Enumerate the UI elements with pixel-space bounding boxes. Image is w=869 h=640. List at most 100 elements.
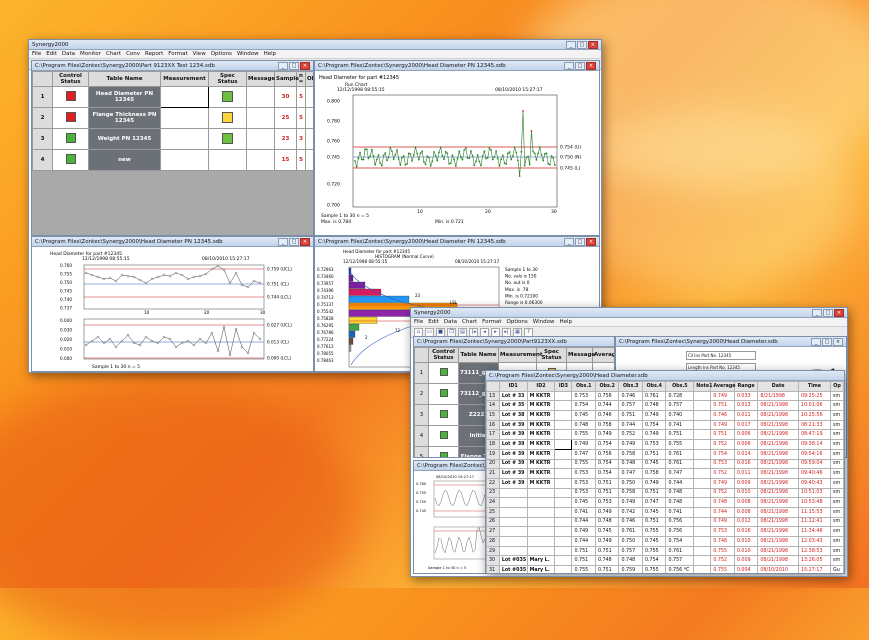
grid-cell[interactable]: 0.756 <box>665 516 695 528</box>
grid-cell[interactable]: M KKTR <box>526 477 556 489</box>
grid-cell[interactable] <box>554 497 573 508</box>
grid-row[interactable]: 30 Lot #035 Mary L. 0.751 0.748 0.748 0.754 0.7… <box>486 555 844 567</box>
grid-cell[interactable]: 0.751 <box>641 448 667 460</box>
grid-cell[interactable]: 0.746 <box>618 390 643 402</box>
grid-cell[interactable]: M KKTR <box>526 410 556 421</box>
grid-cell[interactable] <box>693 526 712 537</box>
grid-cell[interactable]: Lot # 39 <box>498 448 528 460</box>
grid-cell[interactable]: 0.006 <box>733 429 759 441</box>
grid-cell[interactable]: 0.009 <box>733 477 759 489</box>
grid-cell[interactable] <box>693 555 712 567</box>
grid-cell[interactable]: 0.758 <box>594 419 620 431</box>
grid-cell[interactable]: M KKTR <box>526 390 556 402</box>
grid-cell[interactable]: Lot # 39 <box>498 439 528 450</box>
grid-cell[interactable] <box>526 536 556 547</box>
grid-cell[interactable]: Lot # 39 <box>498 419 528 431</box>
grid-cell[interactable] <box>554 536 573 547</box>
grid-cell[interactable]: 18 <box>486 439 500 450</box>
grid-cell[interactable]: 0.749 <box>710 419 735 431</box>
menu-window[interactable]: Window <box>533 319 555 325</box>
minimize-button[interactable]: _ <box>812 308 822 317</box>
grid-cell[interactable]: 0.749 <box>571 439 596 450</box>
grid-cell[interactable]: 0.748 <box>665 497 695 508</box>
control-status-cell[interactable] <box>428 425 459 447</box>
maximize-button[interactable]: □ <box>575 237 585 246</box>
grid-cell[interactable]: 20 <box>486 458 500 470</box>
grid-cell[interactable]: sm <box>830 487 844 499</box>
grid-cell[interactable]: Lot #035 <box>498 555 528 567</box>
grid-cell[interactable]: 16 <box>486 419 500 431</box>
menu-options[interactable]: Options <box>211 51 232 57</box>
close-button[interactable]: × <box>833 337 843 346</box>
grid-cell[interactable] <box>693 429 712 441</box>
grid-cell[interactable]: Gu <box>830 565 844 573</box>
sheet-row[interactable]: 3 Weight PN 12345 23 3 <box>32 128 313 150</box>
grid-cell[interactable] <box>554 487 573 499</box>
grid-cell[interactable]: 0.752 <box>710 555 735 567</box>
menu-format[interactable]: Format <box>482 319 501 325</box>
grid-cell[interactable]: M KKTR <box>526 439 556 450</box>
menu-monitor[interactable]: Monitor <box>80 51 101 57</box>
grid-cell[interactable]: 0.008 <box>733 506 759 518</box>
grid-cell[interactable]: Lot # 39 <box>498 477 528 489</box>
grid-cell[interactable]: 08:47:19 <box>797 429 832 441</box>
grid-cell[interactable] <box>554 419 573 431</box>
grid-row[interactable]: 19 Lot # 39 M KKTR 0.747 0.756 0.758 0.751 0.76… <box>486 448 844 460</box>
grid-cell[interactable]: sm <box>830 410 844 421</box>
grid-cell[interactable]: 0.745 <box>594 526 620 537</box>
grid-cell[interactable]: Lot # 38 <box>498 410 528 421</box>
grid-cell[interactable] <box>498 506 528 518</box>
grid-cell[interactable]: 17 <box>486 429 500 441</box>
grid-cell[interactable]: sm <box>830 526 844 537</box>
close-button[interactable]: × <box>834 308 844 317</box>
measurement-cell[interactable] <box>160 128 209 150</box>
grid-cell[interactable]: 0.757 <box>618 545 643 557</box>
grid-cell[interactable]: 0.745 <box>641 536 667 547</box>
grid-cell[interactable]: 0.010 <box>733 487 759 499</box>
grid-cell[interactable]: 0.744 <box>618 419 643 431</box>
grid-cell[interactable] <box>693 448 712 460</box>
grid-cell[interactable]: 0.016 <box>733 458 759 470</box>
grid-cell[interactable]: 12:03:43 <box>797 536 832 547</box>
grid-cell[interactable]: 0.755 <box>710 565 735 573</box>
grid-cell[interactable]: 0.747 <box>571 448 596 460</box>
grid-cell[interactable]: 0.756 <box>594 390 620 402</box>
grid-cell[interactable] <box>693 477 712 489</box>
grid-cell[interactable]: 0.754 <box>710 448 735 460</box>
grid-cell[interactable]: sm <box>830 468 844 479</box>
grid-cell[interactable]: Lot # 33 <box>498 390 528 402</box>
grid-cell[interactable]: Lot # 39 <box>498 458 528 470</box>
grid-row[interactable]: 29 0.751 0.751 0.757 0.755 0.761 0.755 0.010 08/… <box>486 545 844 557</box>
grid-cell[interactable]: 0.745 <box>571 410 596 421</box>
table-name[interactable]: Head Diameter PN 12345 <box>88 86 161 108</box>
grid-cell[interactable] <box>693 516 712 528</box>
grid-cell[interactable] <box>554 565 573 573</box>
grid-cell[interactable]: 08/21/1998 <box>757 497 799 508</box>
maximize-button[interactable]: □ <box>289 61 299 70</box>
grid-cell[interactable]: 0.011 <box>733 410 759 421</box>
grid-cell[interactable] <box>554 429 573 441</box>
grid-cell[interactable]: 0.749 <box>571 526 596 537</box>
grid-cell[interactable]: 08/21/1998 <box>757 526 799 537</box>
menu-help[interactable]: Help <box>264 51 277 57</box>
measurement-cell[interactable] <box>160 86 209 108</box>
grid-cell[interactable]: 15:27:17 <box>797 565 832 573</box>
grid-cell[interactable]: 09:38:14 <box>797 439 832 450</box>
grid-cell[interactable]: 0.753 <box>641 439 667 450</box>
grid-cell[interactable]: 08/21/1998 <box>757 545 799 557</box>
grid-cell[interactable] <box>693 536 712 547</box>
grid-cell[interactable] <box>498 487 528 499</box>
grid-cell[interactable]: 0.741 <box>665 506 695 518</box>
menu-format[interactable]: Format <box>168 51 187 57</box>
grid-cell[interactable]: 27 <box>486 526 500 537</box>
menu-view[interactable]: View <box>193 51 206 57</box>
grid-cell[interactable]: Lot #035 <box>498 565 528 573</box>
grid-cell[interactable]: 0.757 <box>618 400 643 412</box>
grid-cell[interactable] <box>693 439 712 450</box>
grid-cell[interactable] <box>693 410 712 421</box>
grid-cell[interactable]: 0.741 <box>665 419 695 431</box>
grid-row[interactable]: 23 0.753 0.751 0.758 0.751 0.748 0.752 0.010 08/… <box>486 487 844 499</box>
grid-cell[interactable]: 0.753 <box>710 458 735 470</box>
grid-cell[interactable]: 0.756 <box>665 526 695 537</box>
grid-cell[interactable] <box>554 410 573 421</box>
